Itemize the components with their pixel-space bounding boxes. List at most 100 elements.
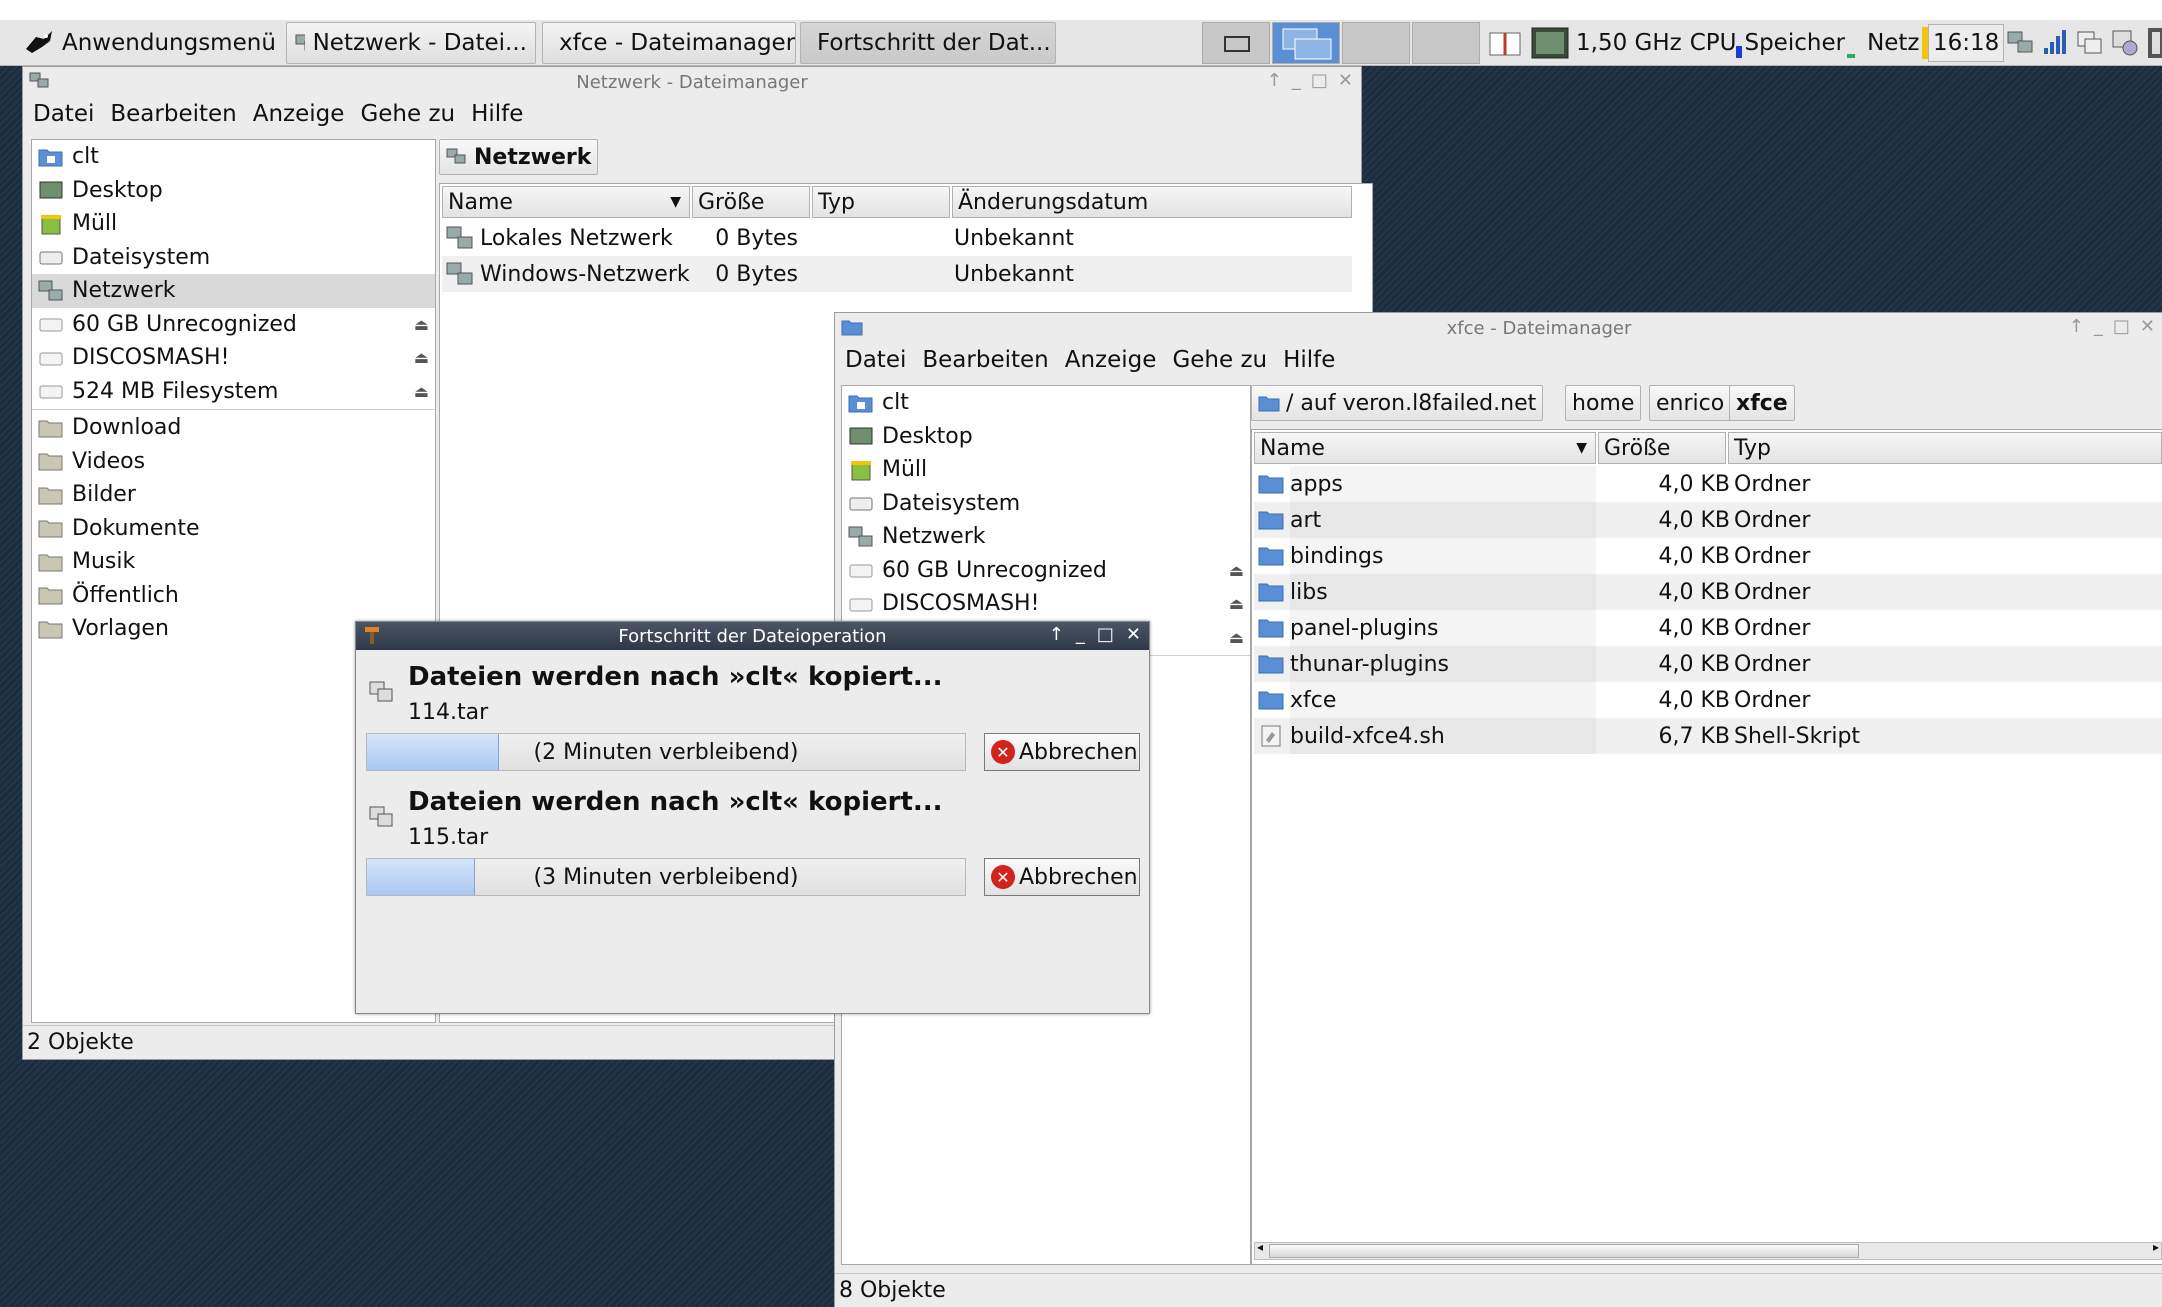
table-row[interactable]: build-xfce4.sh 6,7 KB Shell-Skript <box>1254 718 2162 754</box>
sidebar-item-trash[interactable]: Müll <box>32 207 435 241</box>
sidebar-item-desktop[interactable]: Desktop <box>842 420 1250 454</box>
sidebar-item-discosmash[interactable]: DISCOSMASH! ⏏ <box>32 341 435 375</box>
eject-icon[interactable]: ⏏ <box>414 382 429 401</box>
table-row[interactable]: bindings 4,0 KB Ordner <box>1254 538 2162 574</box>
sidebar-item-clt[interactable]: clt <box>842 386 1250 420</box>
breadcrumb-root[interactable]: / auf veron.l8failed.net <box>1251 385 1544 421</box>
sidebar-item-oeffentlich[interactable]: Öffentlich <box>32 579 435 613</box>
table-row[interactable]: Lokales Netzwerk 0 Bytes Unbekannt <box>442 220 1352 256</box>
copy-windows-icon[interactable] <box>2076 28 2104 58</box>
exit-icon[interactable] <box>2146 26 2162 60</box>
sidebar-item-clt[interactable]: clt <box>32 140 435 174</box>
task-network-filemanager[interactable]: Netzwerk - Datei... <box>286 22 536 64</box>
menu-hilfe[interactable]: Hilfe <box>471 101 523 127</box>
horizontal-scrollbar[interactable]: ◂ ▸ <box>1254 1240 2162 1260</box>
table-row[interactable]: art 4,0 KB Ordner <box>1254 502 2162 538</box>
sidebar-item-dokumente[interactable]: Dokumente <box>32 512 435 546</box>
sidebar-item-524mb[interactable]: 524 MB Filesystem ⏏ <box>32 375 435 409</box>
close-button[interactable]: ✕ <box>1126 624 1141 645</box>
table-row[interactable]: thunar-plugins 4,0 KB Ordner <box>1254 646 2162 682</box>
drive-icon <box>849 564 873 578</box>
sidebar-item-trash[interactable]: Müll <box>842 453 1250 487</box>
application-menu-button[interactable]: Anwendungsmenü <box>22 24 276 62</box>
task-xfce-filemanager[interactable]: xfce - Dateimanager <box>542 22 796 64</box>
table-row[interactable]: apps 4,0 KB Ordner <box>1254 466 2162 502</box>
workspace-4[interactable] <box>1412 22 1480 64</box>
cancel-button[interactable]: ✕ Abbrechen <box>984 733 1140 771</box>
column-header-name[interactable]: Name ▼ <box>442 186 690 218</box>
menu-anzeige[interactable]: Anzeige <box>253 101 345 127</box>
eject-icon[interactable]: ⏏ <box>1229 594 1244 613</box>
column-header-type[interactable]: Typ <box>812 186 950 218</box>
menu-bearbeiten[interactable]: Bearbeiten <box>922 347 1048 373</box>
sidebar-item-download[interactable]: Download <box>32 411 435 445</box>
scrollbar-thumb[interactable] <box>1269 1244 1859 1258</box>
sidebar-item-filesystem[interactable]: Dateisystem <box>842 487 1250 521</box>
book-icon[interactable] <box>1486 27 1526 59</box>
maximize-button[interactable]: □ <box>1097 624 1114 645</box>
eject-icon[interactable]: ⏏ <box>1229 628 1244 647</box>
table-row[interactable]: panel-plugins 4,0 KB Ordner <box>1254 610 2162 646</box>
column-header-name[interactable]: Name ▼ <box>1254 432 1596 464</box>
menu-datei[interactable]: Datei <box>845 347 906 373</box>
menu-datei[interactable]: Datei <box>33 101 94 127</box>
shade-button[interactable]: ↑ <box>1049 624 1064 645</box>
workspace-1[interactable] <box>1202 22 1270 64</box>
column-header-size[interactable]: Größe <box>692 186 810 218</box>
column-header-type[interactable]: Typ <box>1728 432 2162 464</box>
scroll-left-arrow[interactable]: ◂ <box>1257 1240 1263 1254</box>
table-row[interactable]: libs 4,0 KB Ordner <box>1254 574 2162 610</box>
shade-button[interactable]: ↑ <box>2069 316 2084 337</box>
sidebar-item-network[interactable]: Netzwerk <box>842 520 1250 554</box>
network-manager-icon[interactable] <box>2110 28 2140 58</box>
close-button[interactable]: ✕ <box>2140 316 2155 337</box>
breadcrumb-enrico[interactable]: enrico <box>1649 385 1732 421</box>
signal-strength-icon[interactable] <box>2042 28 2070 58</box>
breadcrumb-xfce[interactable]: xfce <box>1729 385 1795 421</box>
minimize-button[interactable]: _ <box>2094 316 2103 337</box>
maximize-button[interactable]: □ <box>2113 316 2130 337</box>
cancel-button[interactable]: ✕ Abbrechen <box>984 858 1140 896</box>
column-header-size[interactable]: Größe <box>1598 432 1726 464</box>
table-row[interactable]: xfce 4,0 KB Ordner <box>1254 682 2162 718</box>
sidebar-item-discosmash[interactable]: DISCOSMASH! ⏏ <box>842 587 1250 621</box>
cell-type: Ordner <box>1734 687 1811 713</box>
sidebar-item-musik[interactable]: Musik <box>32 545 435 579</box>
minimize-button[interactable]: _ <box>1076 624 1085 645</box>
eject-icon[interactable]: ⏏ <box>414 315 429 334</box>
shade-button[interactable]: ↑ <box>1267 70 1282 91</box>
maximize-button[interactable]: □ <box>1311 70 1328 91</box>
table-row[interactable]: Windows-Netzwerk 0 Bytes Unbekannt <box>442 256 1352 292</box>
window-titlebar[interactable]: Netzwerk - Dateimanager ↑ _ □ ✕ <box>23 67 1361 97</box>
minimize-button[interactable]: _ <box>1292 70 1301 91</box>
network-status-icon[interactable] <box>2006 28 2036 58</box>
close-button[interactable]: ✕ <box>1338 70 1353 91</box>
sidebar-item-filesystem[interactable]: Dateisystem <box>32 241 435 275</box>
column-label: Typ <box>818 189 855 215</box>
column-header-date[interactable]: Änderungsdatum <box>952 186 1352 218</box>
task-progress-dialog[interactable]: Fortschritt der Dat... <box>800 22 1056 64</box>
menu-gehe-zu[interactable]: Gehe zu <box>360 101 455 127</box>
folder-icon <box>1258 583 1284 602</box>
menu-gehe-zu[interactable]: Gehe zu <box>1172 347 1267 373</box>
workspace-3[interactable] <box>1342 22 1410 64</box>
menu-bearbeiten[interactable]: Bearbeiten <box>110 101 236 127</box>
sidebar-item-videos[interactable]: Videos <box>32 445 435 479</box>
eject-icon[interactable]: ⏏ <box>414 348 429 367</box>
sidebar-item-bilder[interactable]: Bilder <box>32 478 435 512</box>
sidebar-item-network[interactable]: Netzwerk <box>32 274 435 308</box>
workspace-2-current[interactable] <box>1272 22 1340 64</box>
sidebar-item-60gb[interactable]: 60 GB Unrecognized ⏏ <box>842 554 1250 588</box>
sidebar-item-60gb[interactable]: 60 GB Unrecognized ⏏ <box>32 308 435 342</box>
location-button-network[interactable]: Netzwerk <box>439 139 599 175</box>
sidebar-item-desktop[interactable]: Desktop <box>32 174 435 208</box>
eject-icon[interactable]: ⏏ <box>1229 561 1244 580</box>
status-text: 8 Objekte <box>839 1278 946 1303</box>
window-titlebar[interactable]: xfce - Dateimanager ↑ _ □ ✕ <box>835 313 2162 343</box>
breadcrumb-home[interactable]: home <box>1565 385 1642 421</box>
scroll-right-arrow[interactable]: ▸ <box>2153 1240 2159 1254</box>
dialog-titlebar[interactable]: Fortschritt der Dateioperation ↑ _ □ ✕ <box>356 622 1149 650</box>
menu-hilfe[interactable]: Hilfe <box>1283 347 1335 373</box>
menu-anzeige[interactable]: Anzeige <box>1065 347 1157 373</box>
clock[interactable]: 16:18 <box>1928 24 2005 62</box>
